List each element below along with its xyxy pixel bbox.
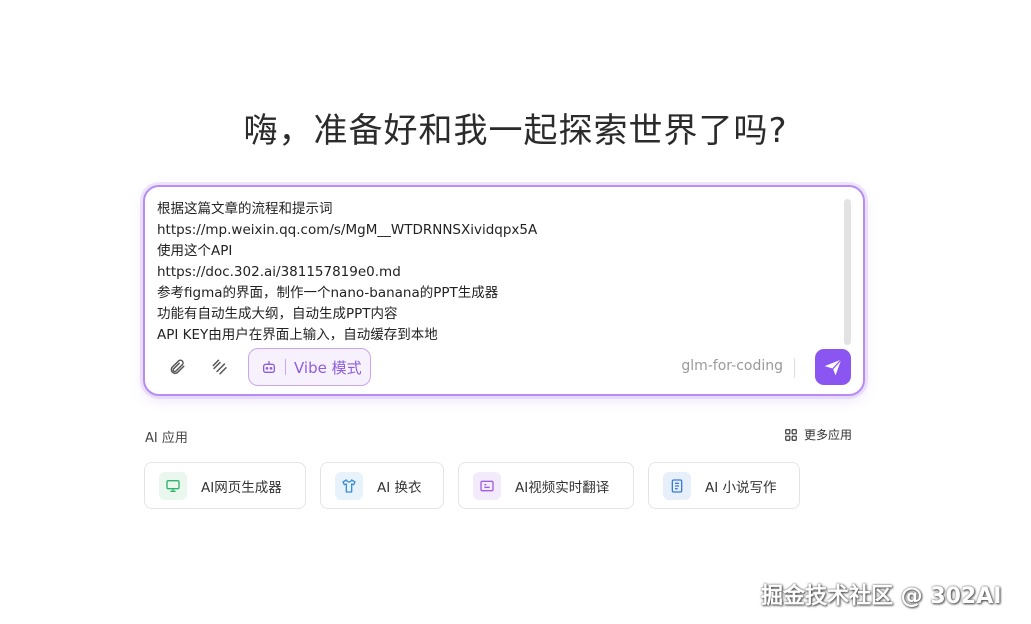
- monitor-icon: [166, 479, 180, 492]
- app-card-video-translate[interactable]: AI视频实时翻译: [458, 462, 634, 509]
- tools-button[interactable]: [205, 352, 235, 382]
- send-button[interactable]: [815, 349, 851, 385]
- app-card-label: AI 小说写作: [705, 479, 777, 496]
- app-card-novel-writing[interactable]: AI 小说写作: [648, 462, 800, 509]
- send-icon: [824, 359, 842, 376]
- model-separator: [794, 358, 795, 378]
- chat-toolbar: Vibe 模式 glm-for-coding: [157, 348, 851, 386]
- page: 嗨，准备好和我一起探索世界了吗? 根据这篇文章的流程和提示词 https://m…: [0, 0, 1031, 624]
- model-selector[interactable]: glm-for-coding: [681, 358, 783, 374]
- attach-button[interactable]: [162, 352, 192, 382]
- tools-icon: [212, 359, 227, 375]
- more-apps-link[interactable]: 更多应用: [784, 426, 852, 443]
- video-icon: [480, 480, 494, 491]
- vibe-separator: [285, 359, 286, 375]
- more-apps-label: 更多应用: [804, 428, 853, 442]
- watermark: 掘金技术社区 @ 302AI: [761, 584, 1002, 609]
- vibe-mode-button[interactable]: Vibe 模式: [248, 348, 371, 386]
- app-card-web-generator[interactable]: AI网页生成器: [144, 462, 306, 509]
- book-icon: [671, 478, 683, 493]
- app-card-ai-outfit[interactable]: AI 换衣: [320, 462, 444, 509]
- app-icon-bg: [473, 471, 501, 500]
- app-card-label: AI视频实时翻译: [515, 479, 610, 496]
- page-title: 嗨，准备好和我一起探索世界了吗?: [243, 111, 788, 151]
- vibe-mode-label: Vibe 模式: [294, 358, 362, 377]
- chat-input-box[interactable]: 根据这篇文章的流程和提示词 https://mp.weixin.qq.com/s…: [143, 185, 865, 396]
- robot-icon: [263, 361, 275, 373]
- app-card-label: AI网页生成器: [201, 479, 282, 496]
- ai-apps-label: AI 应用: [145, 431, 188, 446]
- paperclip-icon: [170, 359, 185, 375]
- app-icon-bg: [159, 471, 187, 500]
- app-icon-bg: [335, 471, 363, 500]
- grid-icon: [785, 428, 797, 441]
- shirt-icon: [342, 478, 356, 493]
- app-card-label: AI 换衣: [377, 479, 422, 496]
- chat-textarea[interactable]: 根据这篇文章的流程和提示词 https://mp.weixin.qq.com/s…: [157, 199, 837, 349]
- textarea-scrollbar[interactable]: [844, 199, 851, 345]
- app-icon-bg: [663, 471, 691, 500]
